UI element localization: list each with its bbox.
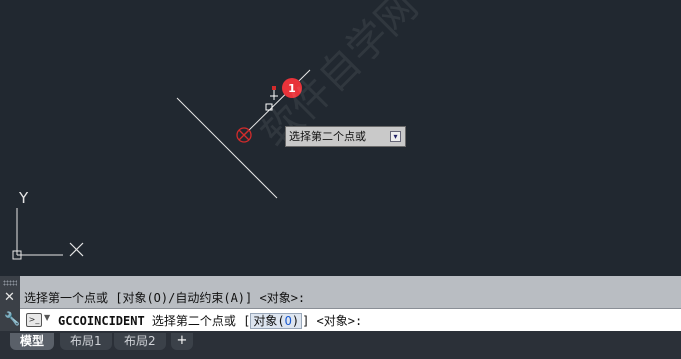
add-tab-button[interactable]: +: [171, 333, 193, 350]
option-label: 对象(: [253, 314, 285, 328]
coincident-marker-icon: [236, 127, 252, 143]
tooltip-dropdown-icon[interactable]: ▾: [390, 131, 401, 142]
command-prompt-tail: ] <对象>:: [302, 314, 363, 328]
command-panel: ✕ 🔧 选择第一个点或 [对象(O)/自动约束(A)] <对象>: >_ ▼ G…: [0, 276, 681, 331]
command-history: 选择第一个点或 [对象(O)/自动约束(A)] <对象>:: [24, 291, 306, 305]
command-line-input[interactable]: >_ ▼ GCCOINCIDENT 选择第二个点或 [对象(O)] <对象>:: [20, 308, 681, 331]
drag-handle-icon[interactable]: [3, 280, 17, 286]
layout-tabs: 模型 布局1 布局2 +: [0, 331, 681, 359]
chevron-down-icon[interactable]: ▼: [44, 313, 50, 322]
close-icon[interactable]: ✕: [4, 290, 15, 305]
option-close: ): [291, 314, 300, 328]
command-prompt-icon[interactable]: >_: [26, 313, 42, 327]
ucs-y-label: Y: [18, 189, 29, 207]
command-prompt: 选择第二个点或 [: [144, 314, 251, 328]
wrench-icon[interactable]: 🔧: [4, 312, 20, 327]
ucs-icon: Y: [12, 189, 84, 260]
tab-model[interactable]: 模型: [10, 333, 55, 350]
command-name: GCCOINCIDENT: [58, 314, 145, 328]
drawing-canvas[interactable]: 1 Y 软件自学网 RJZXW.COM 选择第二个点或 ▾: [0, 0, 681, 276]
input-tooltip[interactable]: 选择第二个点或 ▾: [285, 126, 406, 147]
command-grip[interactable]: ✕ 🔧: [0, 276, 20, 331]
option-key: O: [284, 314, 292, 328]
tab-layout1[interactable]: 布局1: [60, 333, 112, 350]
tab-layout2[interactable]: 布局2: [114, 333, 166, 350]
option-object[interactable]: 对象(O): [250, 313, 303, 329]
tooltip-text: 选择第二个点或: [289, 130, 366, 143]
command-text: GCCOINCIDENT 选择第二个点或 [对象(O)] <对象>:: [58, 312, 362, 329]
